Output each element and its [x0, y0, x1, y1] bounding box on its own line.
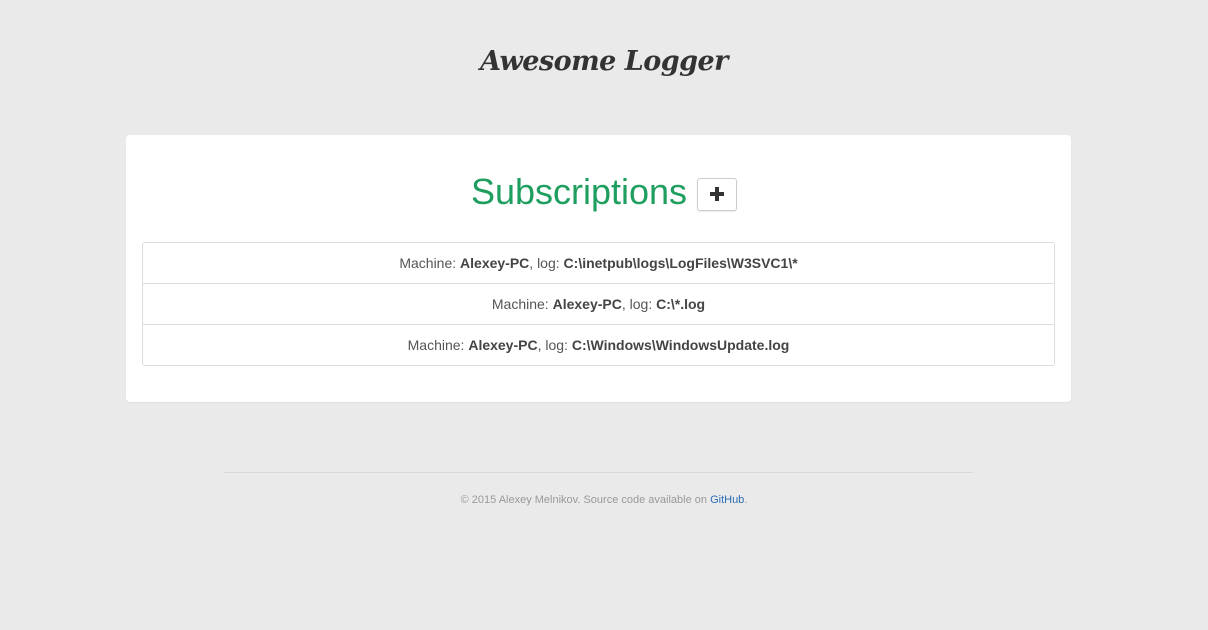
subscription-item[interactable]: Machine: Alexey-PC, log: C:\inetpub\logs…: [143, 243, 1054, 283]
footer-suffix: .: [744, 494, 748, 506]
subscription-item[interactable]: Machine: Alexey-PC, log: C:\*.log: [143, 283, 1054, 324]
log-label: , log:: [529, 255, 564, 271]
log-label: , log:: [621, 296, 657, 312]
log-path: C:\inetpub\logs\LogFiles\W3SVC1\*: [563, 255, 798, 271]
machine-name: Alexey-PC: [460, 255, 530, 271]
machine-label: Machine:: [491, 296, 553, 312]
subscriptions-heading: Subscriptions: [0, 170, 1208, 214]
subscription-list: Machine: Alexey-PC, log: C:\inetpub\logs…: [142, 242, 1055, 366]
machine-label: Machine:: [407, 337, 469, 353]
log-path: C:\*.log: [656, 296, 706, 312]
app-brand[interactable]: Awesome Logger: [0, 44, 1208, 80]
footer-divider: [224, 472, 973, 473]
github-link[interactable]: GitHub: [710, 494, 744, 506]
add-subscription-button[interactable]: [697, 177, 738, 211]
machine-label: Machine:: [399, 255, 461, 271]
log-label: , log:: [537, 337, 572, 353]
footer: © 2015 Alexey Melnikov. Source code avai…: [0, 492, 1208, 508]
machine-name: Alexey-PC: [552, 296, 622, 312]
subscription-item[interactable]: Machine: Alexey-PC, log: C:\Windows\Wind…: [143, 324, 1054, 365]
machine-name: Alexey-PC: [468, 337, 538, 353]
page-title: Subscriptions: [470, 171, 688, 212]
plus-icon: [710, 187, 725, 201]
log-path: C:\Windows\WindowsUpdate.log: [571, 337, 790, 353]
footer-copyright: © 2015 Alexey Melnikov. Source code avai…: [460, 494, 711, 506]
